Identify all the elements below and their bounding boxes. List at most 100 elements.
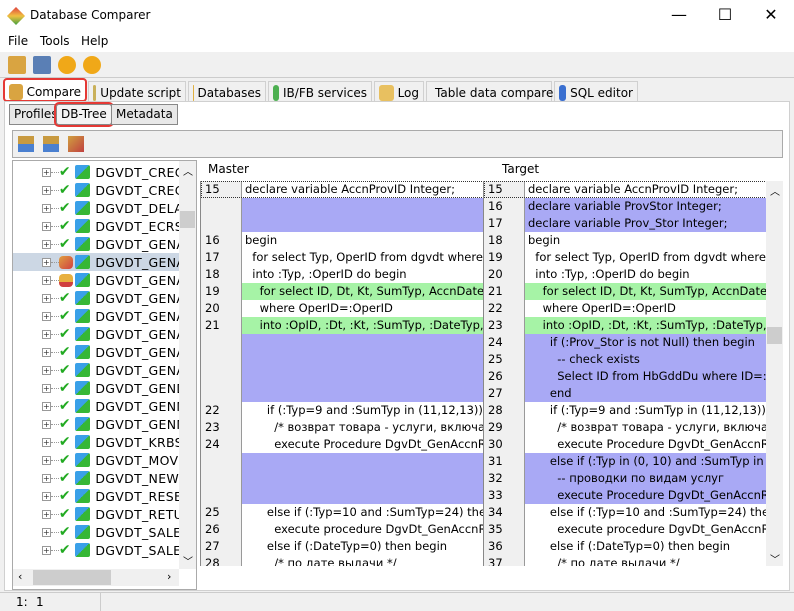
code-line[interactable]: 28 if (:Typ=9 and :SumTyp in (11,12,13))… bbox=[484, 402, 766, 419]
code-line[interactable]: 27 end bbox=[484, 385, 766, 402]
code-line[interactable]: 17 for select Typ, OperID from dgvdt whe… bbox=[201, 249, 483, 266]
code-line[interactable]: 23 into :OpID, :Dt, :Kt, :SumTyp, :DateT… bbox=[484, 317, 766, 334]
code-line[interactable]: 17declare variable Prov_Stor Integer; bbox=[484, 215, 766, 232]
code-line[interactable]: 19 for select ID, Dt, Kt, SumTyp, AccnDa… bbox=[201, 283, 483, 300]
expand-icon[interactable]: + bbox=[42, 474, 51, 483]
minimize-button[interactable]: — bbox=[656, 0, 702, 32]
code-line[interactable]: 35 execute procedure DgvDt_GenAccnRecKrb… bbox=[484, 521, 766, 538]
code-line[interactable]: 26 execute procedure DgvDt_GenAccnRecKrb… bbox=[201, 521, 483, 538]
code-line[interactable]: 25 -- check exists bbox=[484, 351, 766, 368]
expand-icon[interactable]: + bbox=[42, 528, 51, 537]
code-line[interactable] bbox=[201, 351, 483, 368]
code-line[interactable]: 34 else if (:Typ=10 and :SumTyp=24) then bbox=[484, 504, 766, 521]
tree-horizontal-scrollbar[interactable]: ‹ › bbox=[13, 569, 179, 586]
tree-item[interactable]: +DGVDT_GENAC bbox=[13, 271, 179, 289]
tree-item[interactable]: +✔DGVDT_GENAC bbox=[13, 361, 179, 379]
code-line[interactable]: 27 else if (:DateTyp=0) then begin bbox=[201, 538, 483, 555]
collapse-tree-icon[interactable] bbox=[43, 136, 59, 152]
expand-icon[interactable]: + bbox=[42, 204, 51, 213]
expand-icon[interactable]: + bbox=[42, 240, 51, 249]
code-line[interactable]: 18 into :Typ, :OperID do begin bbox=[201, 266, 483, 283]
code-line[interactable]: 29 /* возврат товара - услуги, включаемы… bbox=[484, 419, 766, 436]
close-button[interactable]: ✕ bbox=[748, 0, 794, 32]
info-icon[interactable] bbox=[58, 56, 76, 74]
code-line[interactable]: 30 execute Procedure DgvDt_GenAccnRecKtU… bbox=[484, 436, 766, 453]
tree-item[interactable]: +✔DGVDT_CRECA bbox=[13, 181, 179, 199]
code-line[interactable]: 15declare variable AccnProvID Integer; bbox=[484, 181, 766, 198]
window-icon[interactable] bbox=[33, 56, 51, 74]
tab-compare[interactable]: Compare bbox=[4, 79, 86, 101]
expand-tree-icon[interactable] bbox=[18, 136, 34, 152]
tree-item[interactable]: +DGVDT_GENAC bbox=[13, 253, 179, 271]
tree-item[interactable]: +✔DGVDT_GENAC bbox=[13, 343, 179, 361]
menu-file[interactable]: File bbox=[8, 34, 28, 48]
subtab-profiles[interactable]: Profiles bbox=[9, 104, 63, 125]
code-line[interactable]: 21 into :OpID, :Dt, :Kt, :SumTyp, :DateT… bbox=[201, 317, 483, 334]
tree-item[interactable]: +✔DGVDT_SALE bbox=[13, 523, 179, 541]
tab-ib-fb-services[interactable]: IB/FB services bbox=[268, 81, 372, 101]
help-icon[interactable] bbox=[83, 56, 101, 74]
code-line[interactable]: 16begin bbox=[201, 232, 483, 249]
exit-icon[interactable] bbox=[8, 56, 26, 74]
code-line[interactable]: 37 /* по дате выдачи */ bbox=[484, 555, 766, 566]
code-line[interactable] bbox=[201, 368, 483, 385]
tree-item[interactable]: +✔DGVDT_SALESI bbox=[13, 541, 179, 559]
tree-item[interactable]: +✔DGVDT_GENAC bbox=[13, 325, 179, 343]
code-line[interactable] bbox=[201, 334, 483, 351]
code-line[interactable]: 18begin bbox=[484, 232, 766, 249]
tree-item[interactable]: +✔DGVDT_ECRSU bbox=[13, 217, 179, 235]
code-line[interactable]: 36 else if (:DateTyp=0) then begin bbox=[484, 538, 766, 555]
code-line[interactable]: 24 execute Procedure DgvDt_GenAccnRecKtU… bbox=[201, 436, 483, 453]
tree-item[interactable]: +✔DGVDT_GENAC bbox=[13, 235, 179, 253]
code-line[interactable]: 25 else if (:Typ=10 and :SumTyp=24) then bbox=[201, 504, 483, 521]
scroll-thumb[interactable] bbox=[33, 570, 111, 585]
scroll-thumb[interactable] bbox=[767, 327, 782, 344]
scroll-down-arrow[interactable]: ﹀ bbox=[183, 553, 193, 568]
menu-tools[interactable]: Tools bbox=[40, 34, 70, 48]
code-line[interactable] bbox=[201, 487, 483, 504]
target-code-grid[interactable]: 15declare variable AccnProvID Integer;16… bbox=[483, 181, 766, 566]
master-code-grid[interactable]: 15declare variable AccnProvID Integer;16… bbox=[200, 181, 483, 566]
expand-icon[interactable]: + bbox=[42, 420, 51, 429]
code-line[interactable]: 16declare variable ProvStor Integer; bbox=[484, 198, 766, 215]
tree-item[interactable]: +✔DGVDT_KRBSE bbox=[13, 433, 179, 451]
subtab-metadata[interactable]: Metadata bbox=[111, 104, 178, 125]
tab-log[interactable]: Log bbox=[374, 81, 424, 101]
menu-help[interactable]: Help bbox=[81, 34, 108, 48]
scroll-up-arrow[interactable]: ︿ bbox=[770, 183, 780, 198]
tree-item[interactable]: +✔DGVDT_RETUF bbox=[13, 505, 179, 523]
tree-item[interactable]: +✔DGVDT_GENME bbox=[13, 415, 179, 433]
tree-vertical-scrollbar[interactable]: ︿ ﹀ bbox=[179, 161, 196, 569]
expand-icon[interactable]: + bbox=[42, 402, 51, 411]
expand-icon[interactable]: + bbox=[42, 438, 51, 447]
code-line[interactable] bbox=[201, 385, 483, 402]
expand-icon[interactable]: + bbox=[42, 366, 51, 375]
tab-sql-editor[interactable]: SQL editor bbox=[554, 81, 638, 101]
expand-icon[interactable]: + bbox=[42, 546, 51, 555]
code-line[interactable]: 20 into :Typ, :OperID do begin bbox=[484, 266, 766, 283]
code-line[interactable]: 24 if (:Prov_Stor is not Null) then begi… bbox=[484, 334, 766, 351]
expand-icon[interactable]: + bbox=[42, 294, 51, 303]
tree-item[interactable]: +✔DGVDT_GENMA bbox=[13, 397, 179, 415]
tree-item[interactable]: +✔DGVDT_GENAC bbox=[13, 307, 179, 325]
scroll-left-arrow[interactable]: ‹ bbox=[18, 570, 22, 583]
maximize-button[interactable]: ☐ bbox=[702, 0, 748, 32]
code-line[interactable] bbox=[201, 453, 483, 470]
scroll-up-arrow[interactable]: ︿ bbox=[183, 163, 193, 178]
expand-icon[interactable]: + bbox=[42, 168, 51, 177]
tab-databases[interactable]: Databases bbox=[188, 81, 266, 101]
code-line[interactable]: 21 for select ID, Dt, Kt, SumTyp, AccnDa… bbox=[484, 283, 766, 300]
tree-item[interactable]: +✔DGVDT_CRECA bbox=[13, 163, 179, 181]
diff-vertical-scrollbar[interactable]: ︿ ﹀ bbox=[766, 181, 783, 566]
tab-table-data-comparer[interactable]: Table data comparer bbox=[426, 81, 552, 101]
tree-item[interactable]: +✔DGVDT_GENDG bbox=[13, 379, 179, 397]
code-line[interactable]: 20 where OperID=:OperID bbox=[201, 300, 483, 317]
expand-icon[interactable]: + bbox=[42, 456, 51, 465]
scroll-right-arrow[interactable]: › bbox=[167, 570, 171, 583]
expand-icon[interactable]: + bbox=[42, 312, 51, 321]
tree-item[interactable]: +✔DGVDT_DELAC bbox=[13, 199, 179, 217]
expand-icon[interactable]: + bbox=[42, 222, 51, 231]
expand-icon[interactable]: + bbox=[42, 384, 51, 393]
expand-icon[interactable]: + bbox=[42, 348, 51, 357]
db-tree[interactable]: +✔DGVDT_CRECA+✔DGVDT_CRECA+✔DGVDT_DELAC+… bbox=[12, 160, 197, 590]
